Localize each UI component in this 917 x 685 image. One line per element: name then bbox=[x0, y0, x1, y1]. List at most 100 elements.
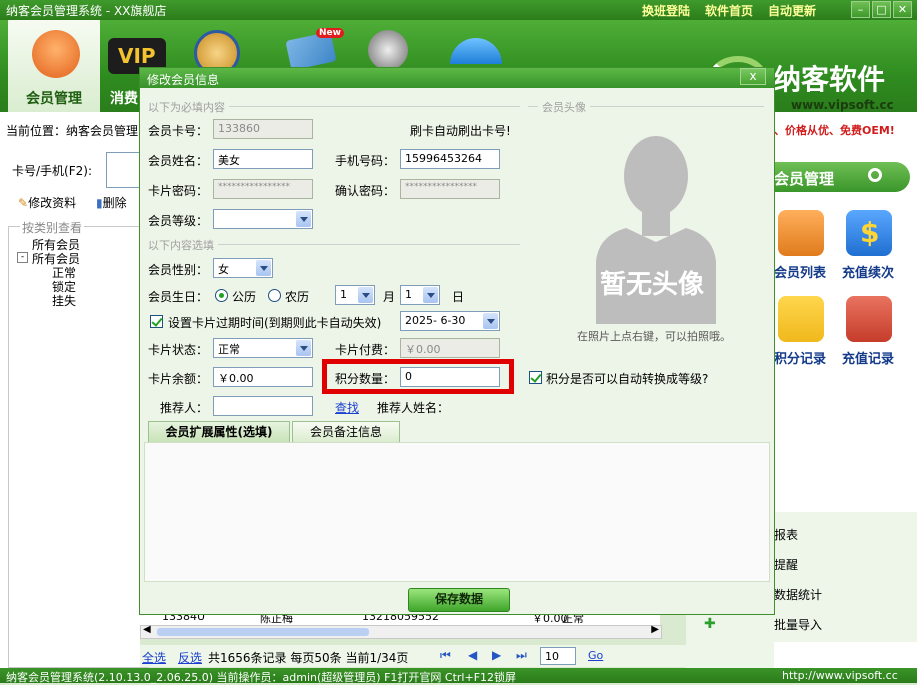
status-bar: 纳客会员管理系统(2.10.13.0_2.06.25.0) 当前操作员：admi… bbox=[0, 668, 917, 684]
chevron-down-icon bbox=[256, 260, 271, 276]
go-link[interactable]: Go bbox=[588, 649, 603, 662]
solar-radio[interactable] bbox=[215, 289, 228, 302]
select-all-link[interactable]: 全选 bbox=[142, 649, 166, 666]
category-box bbox=[8, 226, 149, 668]
brand-name: 纳客软件 bbox=[773, 63, 886, 96]
tree-lost[interactable]: 挂失 bbox=[52, 292, 76, 309]
next-page-icon[interactable]: ▶ bbox=[492, 648, 501, 662]
right-panel: 、价格从优、免费OEM! 会员管理 会员列表 $ 充值续次 积分记录 充值记录 … bbox=[726, 112, 917, 668]
confirm-password-field[interactable]: **************** bbox=[400, 179, 500, 199]
category-title: 按类别查看 bbox=[20, 219, 85, 236]
minimize-button[interactable]: – bbox=[851, 1, 870, 18]
birth-month-select[interactable]: 1 bbox=[335, 285, 375, 305]
tree-expand-icon[interactable]: - bbox=[17, 252, 28, 263]
points-record-icon[interactable] bbox=[778, 296, 824, 342]
software-home-link[interactable]: 软件首页 bbox=[705, 2, 753, 19]
toggle-icon[interactable] bbox=[868, 168, 882, 182]
tab-extended-attributes[interactable]: 会员扩展属性(选填) bbox=[148, 421, 290, 442]
referrer-search-link[interactable]: 查找 bbox=[335, 399, 359, 416]
level-select[interactable] bbox=[213, 209, 313, 229]
phone-label: 手机号码： bbox=[335, 154, 396, 168]
auto-upgrade-checkbox[interactable] bbox=[529, 371, 542, 384]
horizontal-scrollbar[interactable]: ◀ ▶ bbox=[140, 624, 662, 639]
birth-month-value: 1 bbox=[340, 288, 347, 301]
first-page-icon[interactable]: ⏮ bbox=[440, 648, 451, 663]
pager-summary: 共1656条记录 每页50条 当前1/34页 bbox=[208, 651, 409, 665]
scroll-thumb[interactable] bbox=[157, 628, 369, 636]
switch-login-link[interactable]: 换班登陆 bbox=[642, 2, 690, 19]
prev-page-icon[interactable]: ◀ bbox=[468, 648, 477, 662]
page-input[interactable]: 10 bbox=[540, 647, 576, 665]
location-text: 当前位置：纳客会员管理 bbox=[6, 124, 139, 138]
scroll-left-icon[interactable]: ◀ bbox=[143, 624, 151, 635]
dialog-title: 修改会员信息 bbox=[147, 73, 220, 87]
edit-member-dialog: 修改会员信息 x 以下为必填内容 会员头像 会员卡号： 133860 刷卡自动刷… bbox=[139, 67, 775, 615]
status-url: http://www.vipsoft.cc bbox=[782, 669, 898, 682]
edit-info-button[interactable]: ✎修改资料 bbox=[18, 194, 76, 211]
link-statistics[interactable]: 数据统计 bbox=[774, 586, 822, 603]
birthday-label: 会员生日： bbox=[148, 290, 209, 304]
recharge-record-label[interactable]: 充值记录 bbox=[842, 348, 894, 367]
expiry-checkbox[interactable] bbox=[150, 315, 163, 328]
balance-field[interactable]: ￥0.00 bbox=[213, 367, 313, 387]
phone-field[interactable]: 15996453264 bbox=[400, 149, 500, 169]
window-title: 纳客会员管理系统 - XX旗舰店 bbox=[6, 4, 167, 18]
link-report[interactable]: 报表 bbox=[774, 526, 798, 543]
card-no-label: 会员卡号： bbox=[148, 124, 209, 138]
plus-icon: ✚ bbox=[704, 616, 716, 632]
member-list-label[interactable]: 会员列表 bbox=[774, 262, 826, 281]
pager: 全选 反选 共1656条记录 每页50条 当前1/34页 ⏮ ◀ ▶ ⏭ 10 … bbox=[140, 645, 686, 667]
recharge-record-icon[interactable] bbox=[846, 296, 892, 342]
avatar-hint: 在照片上点右键，可以拍照哦。 bbox=[577, 330, 731, 343]
avatar-placeholder-text: 暂无头像 bbox=[600, 270, 705, 300]
expiry-date-select[interactable]: 2025- 6-30 bbox=[400, 311, 500, 331]
points-label: 积分数量： bbox=[335, 372, 396, 386]
scroll-right-icon[interactable]: ▶ bbox=[651, 624, 659, 635]
link-reminder[interactable]: 提醒 bbox=[774, 556, 798, 573]
gender-value: 女 bbox=[218, 263, 229, 276]
auto-update-link[interactable]: 自动更新 bbox=[768, 2, 816, 19]
toolbar-member-management[interactable]: 会员管理 bbox=[8, 20, 100, 112]
card-no-field[interactable]: 133860 bbox=[213, 119, 313, 139]
chevron-down-icon bbox=[296, 211, 311, 227]
name-field[interactable]: 美女 bbox=[213, 149, 313, 169]
tab-remarks[interactable]: 会员备注信息 bbox=[292, 421, 400, 442]
right-links: 报表 提醒 数据统计 会员数据批量导入 bbox=[726, 512, 917, 642]
password-field[interactable]: **************** bbox=[213, 179, 313, 199]
birth-day-select[interactable]: 1 bbox=[400, 285, 440, 305]
close-window-button[interactable]: ✕ bbox=[893, 1, 912, 18]
month-unit: 月 bbox=[383, 290, 396, 304]
maximize-button[interactable]: □ bbox=[872, 1, 891, 18]
gender-select[interactable]: 女 bbox=[213, 258, 273, 278]
avatar[interactable]: 暂无头像 bbox=[576, 124, 736, 324]
recharge-label[interactable]: 充值续次 bbox=[842, 262, 894, 281]
points-record-label[interactable]: 积分记录 bbox=[774, 348, 826, 367]
card-status-select[interactable]: 正常 bbox=[213, 338, 313, 358]
last-page-icon[interactable]: ⏭ bbox=[516, 648, 527, 663]
chevron-down-icon bbox=[358, 287, 373, 303]
tab-label: 会员备注信息 bbox=[309, 425, 382, 439]
points-field[interactable]: 0 bbox=[400, 367, 500, 387]
card-fee-field[interactable]: ￥0.00 bbox=[400, 338, 500, 358]
chevron-down-icon bbox=[296, 340, 311, 356]
avatar-section-title: 会员头像 bbox=[538, 99, 590, 115]
swipe-hint: 刷卡自动刷出卡号! bbox=[410, 124, 511, 138]
balance-label: 卡片余额： bbox=[148, 372, 209, 386]
lunar-radio[interactable] bbox=[268, 289, 281, 302]
tab-label: 会员扩展属性(选填) bbox=[165, 425, 273, 439]
delete-button[interactable]: ▮删除 bbox=[96, 194, 127, 211]
invert-select-link[interactable]: 反选 bbox=[178, 649, 202, 666]
member-list-icon[interactable] bbox=[778, 210, 824, 256]
recharge-icon[interactable]: $ bbox=[846, 210, 892, 256]
name-label: 会员姓名： bbox=[148, 154, 209, 168]
new-badge: New bbox=[316, 28, 344, 38]
referrer-field[interactable] bbox=[213, 396, 313, 416]
auto-upgrade-label: 积分是否可以自动转换成等级? bbox=[546, 372, 709, 386]
chevron-down-icon bbox=[423, 287, 438, 303]
search-input[interactable] bbox=[106, 152, 142, 188]
trash-icon: ▮ bbox=[96, 196, 103, 210]
dialog-close-button[interactable]: x bbox=[740, 68, 766, 85]
save-button[interactable]: 保存数据 bbox=[408, 588, 510, 612]
referrer-name-label: 推荐人姓名： bbox=[377, 401, 450, 415]
day-unit: 日 bbox=[452, 290, 465, 304]
